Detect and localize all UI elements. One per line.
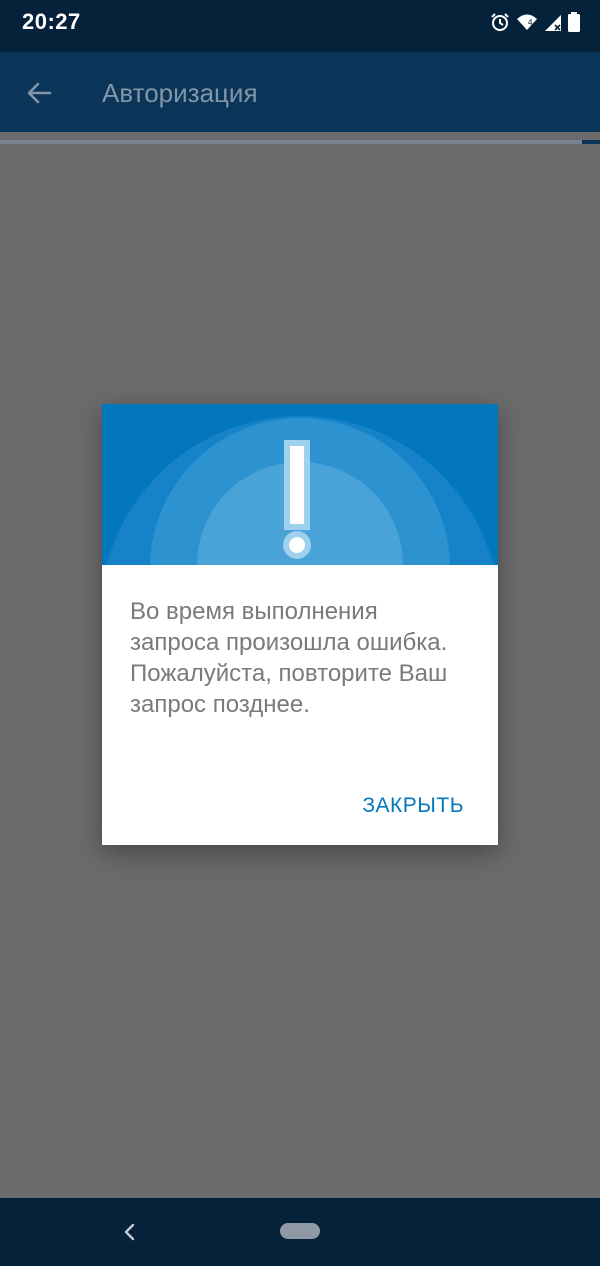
system-nav-bar (0, 1198, 600, 1266)
arrow-back-icon[interactable] (24, 78, 54, 108)
progress-divider (0, 140, 600, 144)
battery-icon (568, 12, 580, 32)
svg-text:4: 4 (528, 18, 533, 27)
signal-icon (544, 12, 562, 32)
alarm-icon (490, 12, 510, 32)
wifi-icon: 4 (516, 12, 538, 32)
page-title: Авторизация (102, 78, 258, 108)
dialog-message: Во время выполнения запроса произошла ош… (130, 598, 448, 718)
progress-accent (582, 140, 600, 144)
exclamation-icon (277, 440, 323, 560)
close-button[interactable]: ЗАКРЫТЬ (362, 794, 464, 818)
nav-home-pill[interactable] (280, 1223, 320, 1239)
status-icons: 4 (490, 12, 580, 32)
status-time: 20:27 (22, 9, 81, 34)
status-bar: 20:27 4 (0, 0, 600, 52)
error-dialog: Во время выполнения запроса произошла ош… (102, 404, 498, 845)
app-bar: Авторизация (0, 52, 600, 132)
dialog-header (102, 404, 498, 565)
nav-back-icon[interactable] (120, 1220, 140, 1244)
